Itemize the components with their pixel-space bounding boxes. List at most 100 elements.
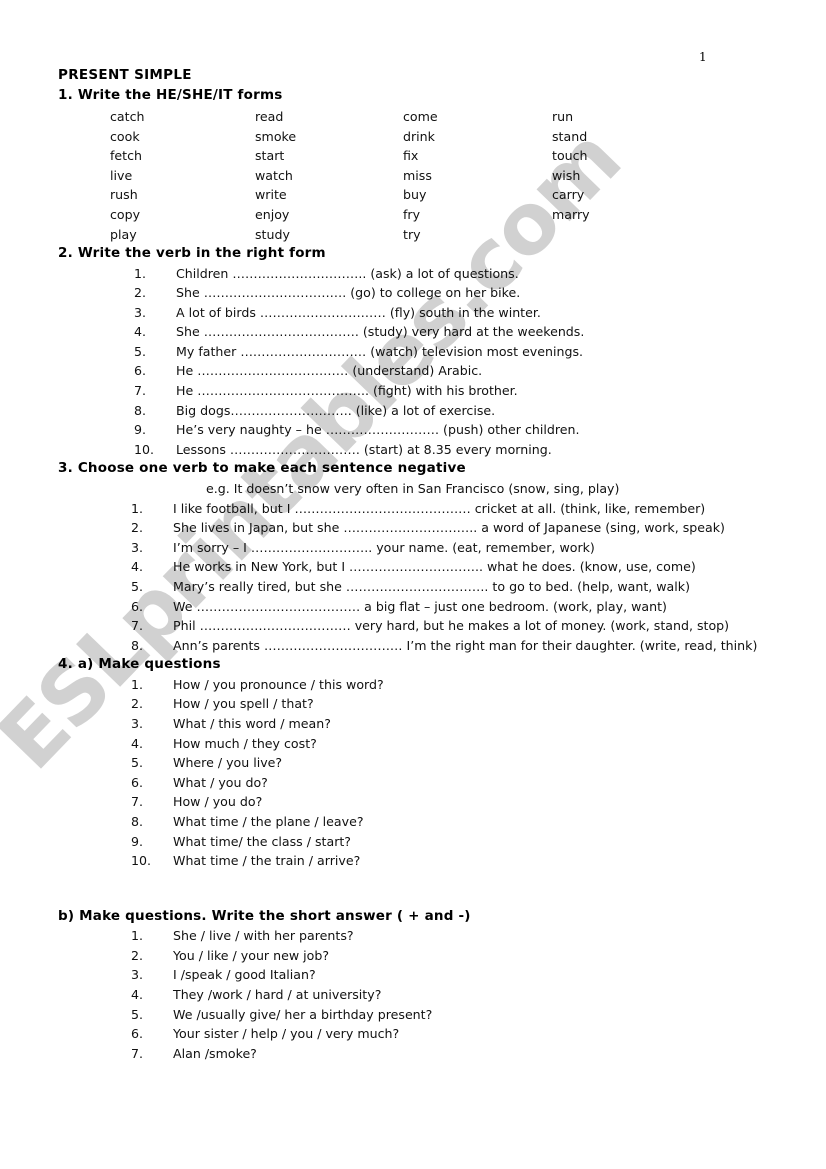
list-item: 2. How / you spell / that?: [131, 694, 788, 714]
list-item-number: 10.: [134, 441, 155, 457]
verb-item: read: [255, 109, 284, 124]
list-item: 1. She / live / with her parents?: [131, 926, 788, 946]
verb-item: fix: [403, 148, 419, 164]
section-2-heading: 2. Write the verb in the right form: [58, 245, 326, 261]
list-item-text: I /speak / good Italian?: [173, 967, 316, 983]
list-item-number: 2.: [131, 947, 144, 963]
verb-item: cook: [110, 128, 140, 144]
verb-item: touch: [552, 148, 588, 164]
list-item: 6. He ……………………………… (understand) Arabic.: [134, 361, 788, 381]
list-item-text: He works in New York, but I …………………………..…: [173, 559, 696, 575]
list-item-number: 6.: [131, 598, 144, 614]
list-item-number: 6.: [134, 363, 147, 379]
list-item: 7. He ………………………………….. (fight) with his br…: [134, 381, 788, 401]
section-2-list: 1. Children ………………………….. (ask) a lot of q…: [134, 264, 788, 460]
verb-item: play: [110, 226, 137, 242]
verb-grid: catch cook fetch live rush copy play rea…: [58, 107, 788, 244]
list-item-number: 5.: [131, 1006, 144, 1022]
list-item-number: 1.: [131, 928, 144, 944]
list-item: 9. He’s very naughty – he ……………………… (push…: [134, 420, 788, 440]
verb-column-1: catch cook fetch live rush copy play: [110, 107, 145, 244]
list-item-text: He’s very naughty – he ……………………… (push) …: [176, 422, 580, 438]
list-item-text: Ann’s parents …………………………… I’m the right …: [173, 637, 758, 653]
list-item-number: 5.: [134, 343, 147, 359]
verb-item: come: [403, 109, 438, 124]
list-item-text: We /usually give/ her a birthday present…: [173, 1006, 433, 1022]
list-item: 8. Ann’s parents …………………………… I’m the righ…: [131, 636, 788, 656]
list-item-text: She ………………………………. (study) very hard at t…: [176, 324, 585, 340]
list-item-number: 3.: [131, 715, 144, 731]
list-item-number: 5.: [131, 578, 144, 594]
list-item: 10. What time / the train / arrive?: [131, 851, 788, 871]
list-item-text: How much / they cost?: [173, 735, 317, 751]
list-item-number: 6.: [131, 774, 144, 790]
list-item: 6. We ………………………………… a big flat – just one…: [131, 597, 788, 617]
list-item-text: She lives in Japan, but she …………………………..…: [173, 520, 725, 536]
verb-column-3: come drink fix miss buy fry try: [403, 107, 438, 244]
verb-item: buy: [403, 187, 427, 203]
page-title: PRESENT SIMPLE: [58, 67, 192, 83]
list-item-text: She ……………………………. (go) to college on her …: [176, 285, 521, 301]
list-item-text: What time/ the class / start?: [173, 833, 351, 849]
list-item-text: You / like / your new job?: [173, 947, 330, 963]
list-item-number: 5.: [131, 755, 144, 771]
list-item-text: How / you pronounce / this word?: [173, 676, 384, 692]
verb-item: wish: [552, 167, 581, 183]
list-item-number: 7.: [131, 618, 144, 634]
list-item-number: 8.: [131, 637, 144, 653]
verb-item: rush: [110, 187, 138, 203]
list-item: 9. What time/ the class / start?: [131, 832, 788, 852]
verb-item: start: [255, 148, 285, 164]
list-item-number: 8.: [134, 402, 147, 418]
list-item-number: 9.: [131, 833, 144, 849]
verb-item: fry: [403, 206, 421, 222]
list-item: 7. Alan /smoke?: [131, 1044, 788, 1064]
verb-item: live: [110, 167, 133, 183]
list-item-text: Lessons …………………………. (start) at 8.35 ever…: [176, 441, 552, 457]
verb-item: enjoy: [255, 206, 290, 222]
section-4b-heading: b) Make questions. Write the short answe…: [58, 907, 471, 924]
list-item: 3. What / this word / mean?: [131, 714, 788, 734]
list-item-text: He ………………………………….. (fight) with his brot…: [176, 383, 518, 399]
verb-item: copy: [110, 206, 141, 222]
list-item-text: He ……………………………… (understand) Arabic.: [176, 363, 483, 379]
list-item: 5. My father ………………………… (watch) televisio…: [134, 342, 788, 362]
list-item: 4. They /work / hard / at university?: [131, 985, 788, 1005]
list-item-number: 7.: [131, 1045, 144, 1061]
list-item-text: Children ………………………….. (ask) a lot of que…: [176, 265, 519, 281]
list-item: 1. Children ………………………….. (ask) a lot of q…: [134, 264, 788, 284]
verb-item: write: [255, 187, 287, 203]
list-item-text: Your sister / help / you / very much?: [173, 1026, 400, 1042]
list-item-text: Where / you live?: [173, 755, 283, 771]
list-item-text: What / this word / mean?: [173, 715, 331, 731]
list-item-text: I like football, but I …………………………………… cr…: [173, 500, 706, 516]
list-item: 7. How / you do?: [131, 792, 788, 812]
list-item-text: Mary’s really tired, but she ………………………………: [173, 578, 690, 594]
list-item-number: 2.: [131, 520, 144, 536]
verb-item: stand: [552, 128, 588, 144]
section-1-heading: 1. Write the HE/SHE/IT forms: [58, 86, 283, 103]
list-item: 6. What / you do?: [131, 773, 788, 793]
verb-item: miss: [403, 167, 432, 183]
list-item-number: 8.: [131, 813, 144, 829]
verb-item: carry: [552, 187, 585, 203]
list-item-number: 1.: [131, 676, 144, 692]
list-item: 5. We /usually give/ her a birthday prese…: [131, 1005, 788, 1025]
list-item-number: 4.: [131, 987, 144, 1002]
section-3-heading: 3. Choose one verb to make each sentence…: [58, 460, 466, 477]
page-number: 1: [699, 50, 707, 64]
list-item-number: 9.: [134, 422, 147, 438]
list-item-number: 3.: [131, 967, 144, 983]
list-item-text: We ………………………………… a big flat – just one b…: [173, 598, 667, 614]
verb-item: watch: [255, 167, 293, 183]
list-item-text: They /work / hard / at university?: [173, 987, 382, 1002]
verb-item: try: [403, 226, 421, 242]
list-item-text: Big dogs……………………….. (like) a lot of exer…: [176, 402, 496, 418]
list-item: 2. You / like / your new job?: [131, 946, 788, 966]
list-item-number: 6.: [131, 1026, 144, 1042]
section-4b-list: 1. She / live / with her parents? 2. You /…: [131, 926, 788, 1063]
list-item-number: 2.: [134, 285, 147, 301]
list-item-number: 3.: [131, 539, 144, 555]
list-item-number: 2.: [131, 696, 144, 712]
